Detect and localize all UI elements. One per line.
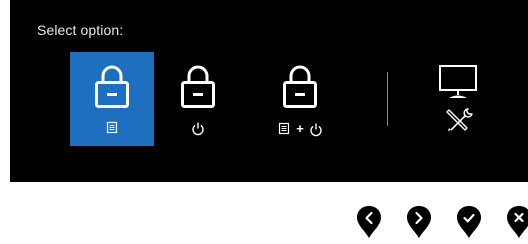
confirm-button[interactable] <box>456 205 482 239</box>
exit-button[interactable] <box>506 205 528 239</box>
tools-icon <box>446 108 473 131</box>
option-lock-menu[interactable] <box>70 52 154 146</box>
power-icon <box>310 123 322 137</box>
previous-button[interactable] <box>356 205 382 239</box>
option-lock-power[interactable] <box>156 52 240 146</box>
menu-icon <box>106 121 118 134</box>
next-button[interactable] <box>406 205 432 239</box>
chevron-left-icon <box>357 206 381 238</box>
option-lock-menu-power[interactable]: + <box>258 52 342 146</box>
osd-panel: Select option: + <box>10 0 528 182</box>
power-icon <box>192 122 204 136</box>
chevron-right-icon <box>407 206 431 238</box>
separator <box>387 72 388 126</box>
checkmark-icon <box>457 206 481 238</box>
close-icon <box>507 206 528 238</box>
option-diagnostics[interactable] <box>416 52 500 146</box>
select-option-label: Select option: <box>37 22 124 38</box>
